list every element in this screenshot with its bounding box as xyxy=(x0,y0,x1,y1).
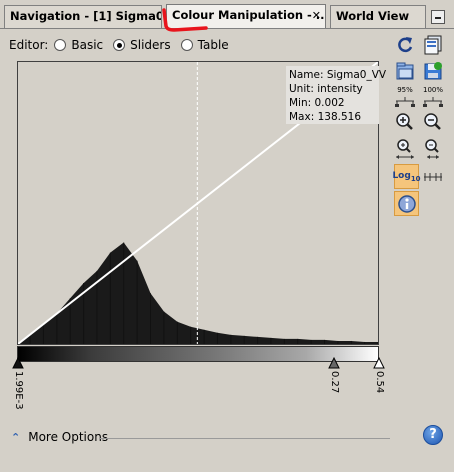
minimize-button[interactable] xyxy=(431,10,445,24)
log-scale-toggle[interactable]: Log10 xyxy=(392,164,421,189)
log-scale-subscript: 10 xyxy=(410,174,421,183)
editor-option-table[interactable]: Table xyxy=(180,38,229,52)
band-name: Name: Sigma0_VV xyxy=(289,69,387,81)
slider-min-handle[interactable] xyxy=(12,357,24,369)
slider-mid-handle[interactable] xyxy=(328,357,340,369)
more-options-label: More Options xyxy=(28,430,109,444)
slider-max-handle[interactable] xyxy=(373,357,385,369)
slider-max-value[interactable]: 0.54 xyxy=(374,371,385,393)
tab-close-icon[interactable]: ✕ xyxy=(312,5,321,26)
export-button[interactable] xyxy=(421,59,445,83)
more-options-toggle[interactable]: ⌃ More Options xyxy=(11,430,108,444)
zoom-in-vertical-icon xyxy=(396,139,414,159)
zoom-in-horizontal-button[interactable] xyxy=(393,111,417,135)
distribution-95-button[interactable]: 95% xyxy=(393,85,417,109)
evenly-distribute-button[interactable] xyxy=(421,164,445,188)
log-scale-icon: Log10 xyxy=(392,171,420,183)
red-annotation-mark xyxy=(162,8,208,32)
histogram-area xyxy=(18,242,378,344)
info-icon xyxy=(397,194,416,213)
multi-apply-button[interactable] xyxy=(421,33,445,57)
more-options-divider xyxy=(99,438,390,439)
slider-mid-value[interactable]: 0.27 xyxy=(329,371,340,393)
log-scale-label: Log xyxy=(392,170,411,181)
zoom-out-horizontal-button[interactable] xyxy=(421,111,445,135)
tab-world-view-label: World View xyxy=(336,9,410,23)
band-info-box: Name: Sigma0_VV Unit: intensity Min: 0.0… xyxy=(286,66,387,124)
distribution-95-label: 95% xyxy=(397,86,413,94)
colour-gradient-bar xyxy=(17,346,379,362)
band-max: Max: 138.516 xyxy=(289,111,362,123)
tab-world-view[interactable]: World View xyxy=(330,5,426,28)
distribute-points-icon xyxy=(424,173,442,181)
band-unit: Unit: intensity xyxy=(289,83,363,95)
open-folder-icon xyxy=(396,62,414,80)
radio-sliders[interactable] xyxy=(113,39,126,51)
import-button[interactable] xyxy=(393,59,417,83)
zoom-out-vertical-icon xyxy=(425,139,439,159)
reset-button[interactable] xyxy=(393,33,417,57)
zoom-in-vertical-button[interactable] xyxy=(393,137,417,161)
editor-option-table-label: Table xyxy=(197,38,229,52)
editor-option-sliders-label: Sliders xyxy=(130,38,171,52)
distribution-100-label: 100% xyxy=(422,86,443,94)
editor-mode-row: Editor: Basic Sliders Table xyxy=(9,37,239,53)
tab-bar: Navigation - [1] Sigma0... Colour Manipu… xyxy=(0,0,454,32)
double-chevron-up-icon: ⌃ xyxy=(11,430,21,444)
tab-navigation[interactable]: Navigation - [1] Sigma0... xyxy=(4,5,162,28)
distribution-100-button[interactable]: 100% xyxy=(421,85,445,109)
reset-arrow-icon xyxy=(398,37,413,53)
band-min: Min: 0.002 xyxy=(289,97,345,109)
tab-divider xyxy=(0,28,454,29)
help-button[interactable]: ? xyxy=(423,425,443,445)
zoom-out-icon xyxy=(424,113,441,130)
multi-document-icon xyxy=(424,35,442,55)
editor-label: Editor: xyxy=(9,38,49,52)
slider-min-value[interactable]: 1.99E-3 xyxy=(13,371,24,410)
zoom-out-vertical-button[interactable] xyxy=(421,137,445,161)
radio-basic[interactable] xyxy=(54,39,67,51)
editor-option-basic[interactable]: Basic xyxy=(54,38,103,52)
tab-navigation-label: Navigation - [1] Sigma0... xyxy=(10,9,162,23)
zoom-in-icon xyxy=(396,113,413,130)
histogram-chart: Name: Sigma0_VV Unit: intensity Min: 0.0… xyxy=(17,61,387,345)
editor-option-basic-label: Basic xyxy=(71,38,104,52)
editor-option-sliders[interactable]: Sliders xyxy=(113,38,171,52)
save-disk-icon xyxy=(424,62,442,80)
info-toggle[interactable] xyxy=(394,191,419,216)
radio-table[interactable] xyxy=(180,39,193,51)
